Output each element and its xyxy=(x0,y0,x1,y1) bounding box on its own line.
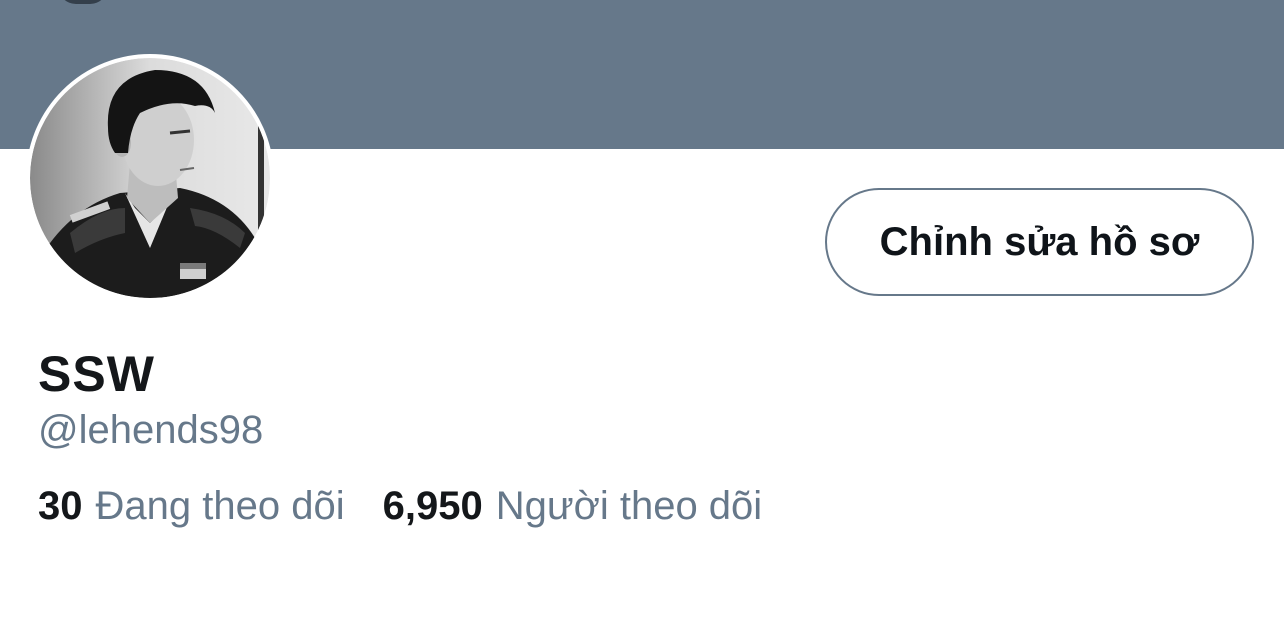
followers-count: 6,950 xyxy=(382,484,483,528)
followers-label: Người theo dõi xyxy=(495,484,763,528)
avatar[interactable] xyxy=(26,54,274,302)
profile-page: Chỉnh sửa hồ sơ SSW @lehends98 30 Đang t… xyxy=(0,0,1284,641)
avatar-photo xyxy=(30,58,270,298)
user-handle: @lehends98 xyxy=(38,408,264,452)
banner-corner-element xyxy=(58,0,108,4)
followers-stat[interactable]: 6,950 Người theo dõi xyxy=(383,484,763,529)
display-name: SSW xyxy=(38,346,155,402)
following-label: Đang theo dõi xyxy=(95,484,345,528)
edit-profile-button[interactable]: Chỉnh sửa hồ sơ xyxy=(825,188,1254,296)
follow-stats: 30 Đang theo dõi 6,950 Người theo dõi xyxy=(38,484,762,529)
following-stat[interactable]: 30 Đang theo dõi xyxy=(38,484,345,529)
following-count: 30 xyxy=(38,484,83,528)
